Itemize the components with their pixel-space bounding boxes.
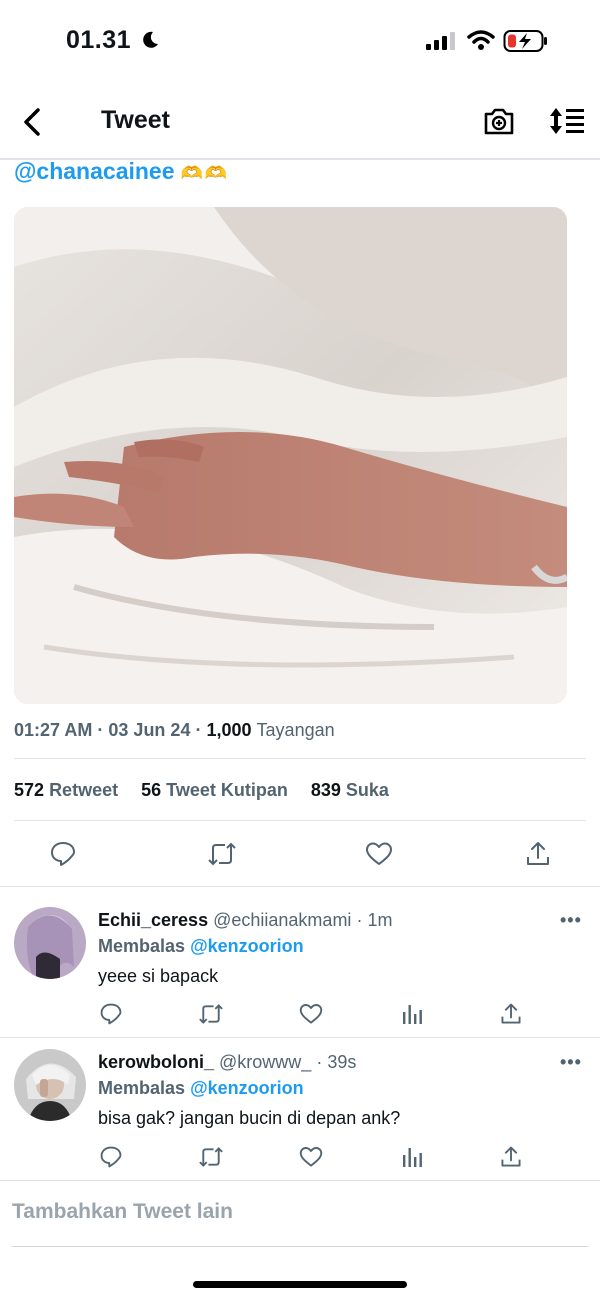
like-heart-icon[interactable] bbox=[365, 840, 393, 868]
share-icon[interactable] bbox=[499, 1002, 523, 1026]
analytics-icon[interactable] bbox=[400, 1002, 424, 1026]
reply-icon[interactable] bbox=[99, 1002, 123, 1026]
analytics-icon[interactable] bbox=[400, 1145, 424, 1169]
home-indicator[interactable] bbox=[193, 1281, 407, 1288]
photo-hands-on-sheets bbox=[14, 207, 567, 704]
likes-label[interactable]: Suka bbox=[346, 780, 389, 800]
meta-dot: · bbox=[316, 1052, 323, 1072]
camera-add-icon[interactable] bbox=[483, 106, 515, 136]
reply-divider bbox=[0, 1037, 600, 1038]
tweet-meta: 01:27 AM · 03 Jun 24 · 1,000 Tayangan bbox=[14, 720, 335, 741]
views-count: 1,000 bbox=[206, 720, 252, 740]
reply-header: Echii_ceress @echiianakmami · 1m bbox=[98, 910, 392, 931]
quotes-label[interactable]: Tweet Kutipan bbox=[166, 780, 288, 800]
replying-label: Membalas bbox=[98, 936, 186, 956]
retweet-icon[interactable] bbox=[197, 1002, 225, 1026]
tweet-stats: 572 Retweet 56 Tweet Kutipan 839 Suka bbox=[14, 780, 407, 801]
heart-hands-emoji: 🫶🫶 bbox=[180, 163, 230, 183]
status-bar: 01.31 bbox=[0, 0, 600, 82]
replying-to: Membalas @kenzoorion bbox=[98, 936, 304, 957]
section-divider bbox=[0, 886, 600, 887]
avatar-image bbox=[14, 907, 86, 979]
more-options-icon[interactable]: ••• bbox=[560, 1052, 582, 1073]
like-heart-icon[interactable] bbox=[299, 1002, 323, 1026]
like-heart-icon[interactable] bbox=[299, 1145, 323, 1169]
tweet-date: 03 Jun 24 bbox=[108, 720, 191, 740]
wifi-icon bbox=[467, 30, 495, 50]
reply-icon[interactable] bbox=[99, 1145, 123, 1169]
tweet-time: 01:27 AM bbox=[14, 720, 93, 740]
meta-dot: · bbox=[97, 720, 104, 740]
back-arrow-icon[interactable] bbox=[16, 104, 52, 140]
signal-icon bbox=[426, 32, 455, 50]
likes-count[interactable]: 839 bbox=[311, 780, 341, 800]
quotes-count[interactable]: 56 bbox=[141, 780, 161, 800]
top-nav: Tweet bbox=[0, 92, 600, 154]
status-time: 01.31 bbox=[66, 26, 132, 54]
stats-divider-top bbox=[14, 758, 586, 759]
replying-to: Membalas @kenzoorion bbox=[98, 1078, 304, 1099]
retweets-count[interactable]: 572 bbox=[14, 780, 44, 800]
reply-time: 1m bbox=[367, 910, 393, 930]
more-options-icon[interactable]: ••• bbox=[560, 910, 582, 931]
tweet-text-mention[interactable]: @chanacainee 🫶🫶 bbox=[14, 158, 229, 185]
tweet-actions bbox=[0, 836, 600, 872]
retweet-icon[interactable] bbox=[197, 1145, 225, 1169]
reply-actions bbox=[0, 1145, 600, 1173]
moon-icon bbox=[143, 31, 158, 48]
compose-underline bbox=[12, 1246, 588, 1247]
tweet-photo[interactable] bbox=[14, 207, 567, 704]
add-tweet-input[interactable]: Tambahkan Tweet lain bbox=[12, 1200, 233, 1224]
avatar[interactable] bbox=[14, 1049, 86, 1121]
meta-dot: · bbox=[356, 910, 363, 930]
compose-divider bbox=[0, 1180, 600, 1181]
replying-to-link[interactable]: @kenzoorion bbox=[190, 1078, 304, 1098]
reply-header: kerowboloni_ @krowww_ · 39s bbox=[98, 1052, 356, 1073]
avatar-image bbox=[14, 1049, 86, 1121]
battery-charging-icon bbox=[503, 30, 547, 52]
reply-handle[interactable]: @echiianakmami bbox=[213, 910, 351, 930]
sort-icon[interactable] bbox=[548, 106, 586, 136]
views-label: Tayangan bbox=[256, 720, 335, 740]
share-icon[interactable] bbox=[524, 840, 552, 868]
replying-label: Membalas bbox=[98, 1078, 186, 1098]
reply-display-name[interactable]: kerowboloni_ bbox=[98, 1052, 214, 1072]
replying-to-link[interactable]: @kenzoorion bbox=[190, 936, 304, 956]
share-icon[interactable] bbox=[499, 1145, 523, 1169]
stats-divider-bottom bbox=[14, 820, 586, 821]
reply-text: yeee si bapack bbox=[98, 966, 219, 986]
reply-display-name[interactable]: Echii_ceress bbox=[98, 910, 208, 930]
retweet-icon[interactable] bbox=[206, 840, 238, 868]
avatar[interactable] bbox=[14, 907, 86, 979]
meta-dot: · bbox=[195, 720, 202, 740]
reply-icon[interactable] bbox=[49, 840, 77, 868]
retweets-label[interactable]: Retweet bbox=[49, 780, 118, 800]
reply-actions bbox=[0, 1002, 600, 1030]
page-title: Tweet bbox=[101, 106, 170, 134]
reply-handle[interactable]: @krowww_ bbox=[219, 1052, 311, 1072]
reply-time: 39s bbox=[327, 1052, 357, 1072]
mention-link[interactable]: @chanacainee bbox=[14, 158, 175, 184]
reply-text: bisa gak? jangan bucin di depan ank? bbox=[98, 1108, 401, 1128]
